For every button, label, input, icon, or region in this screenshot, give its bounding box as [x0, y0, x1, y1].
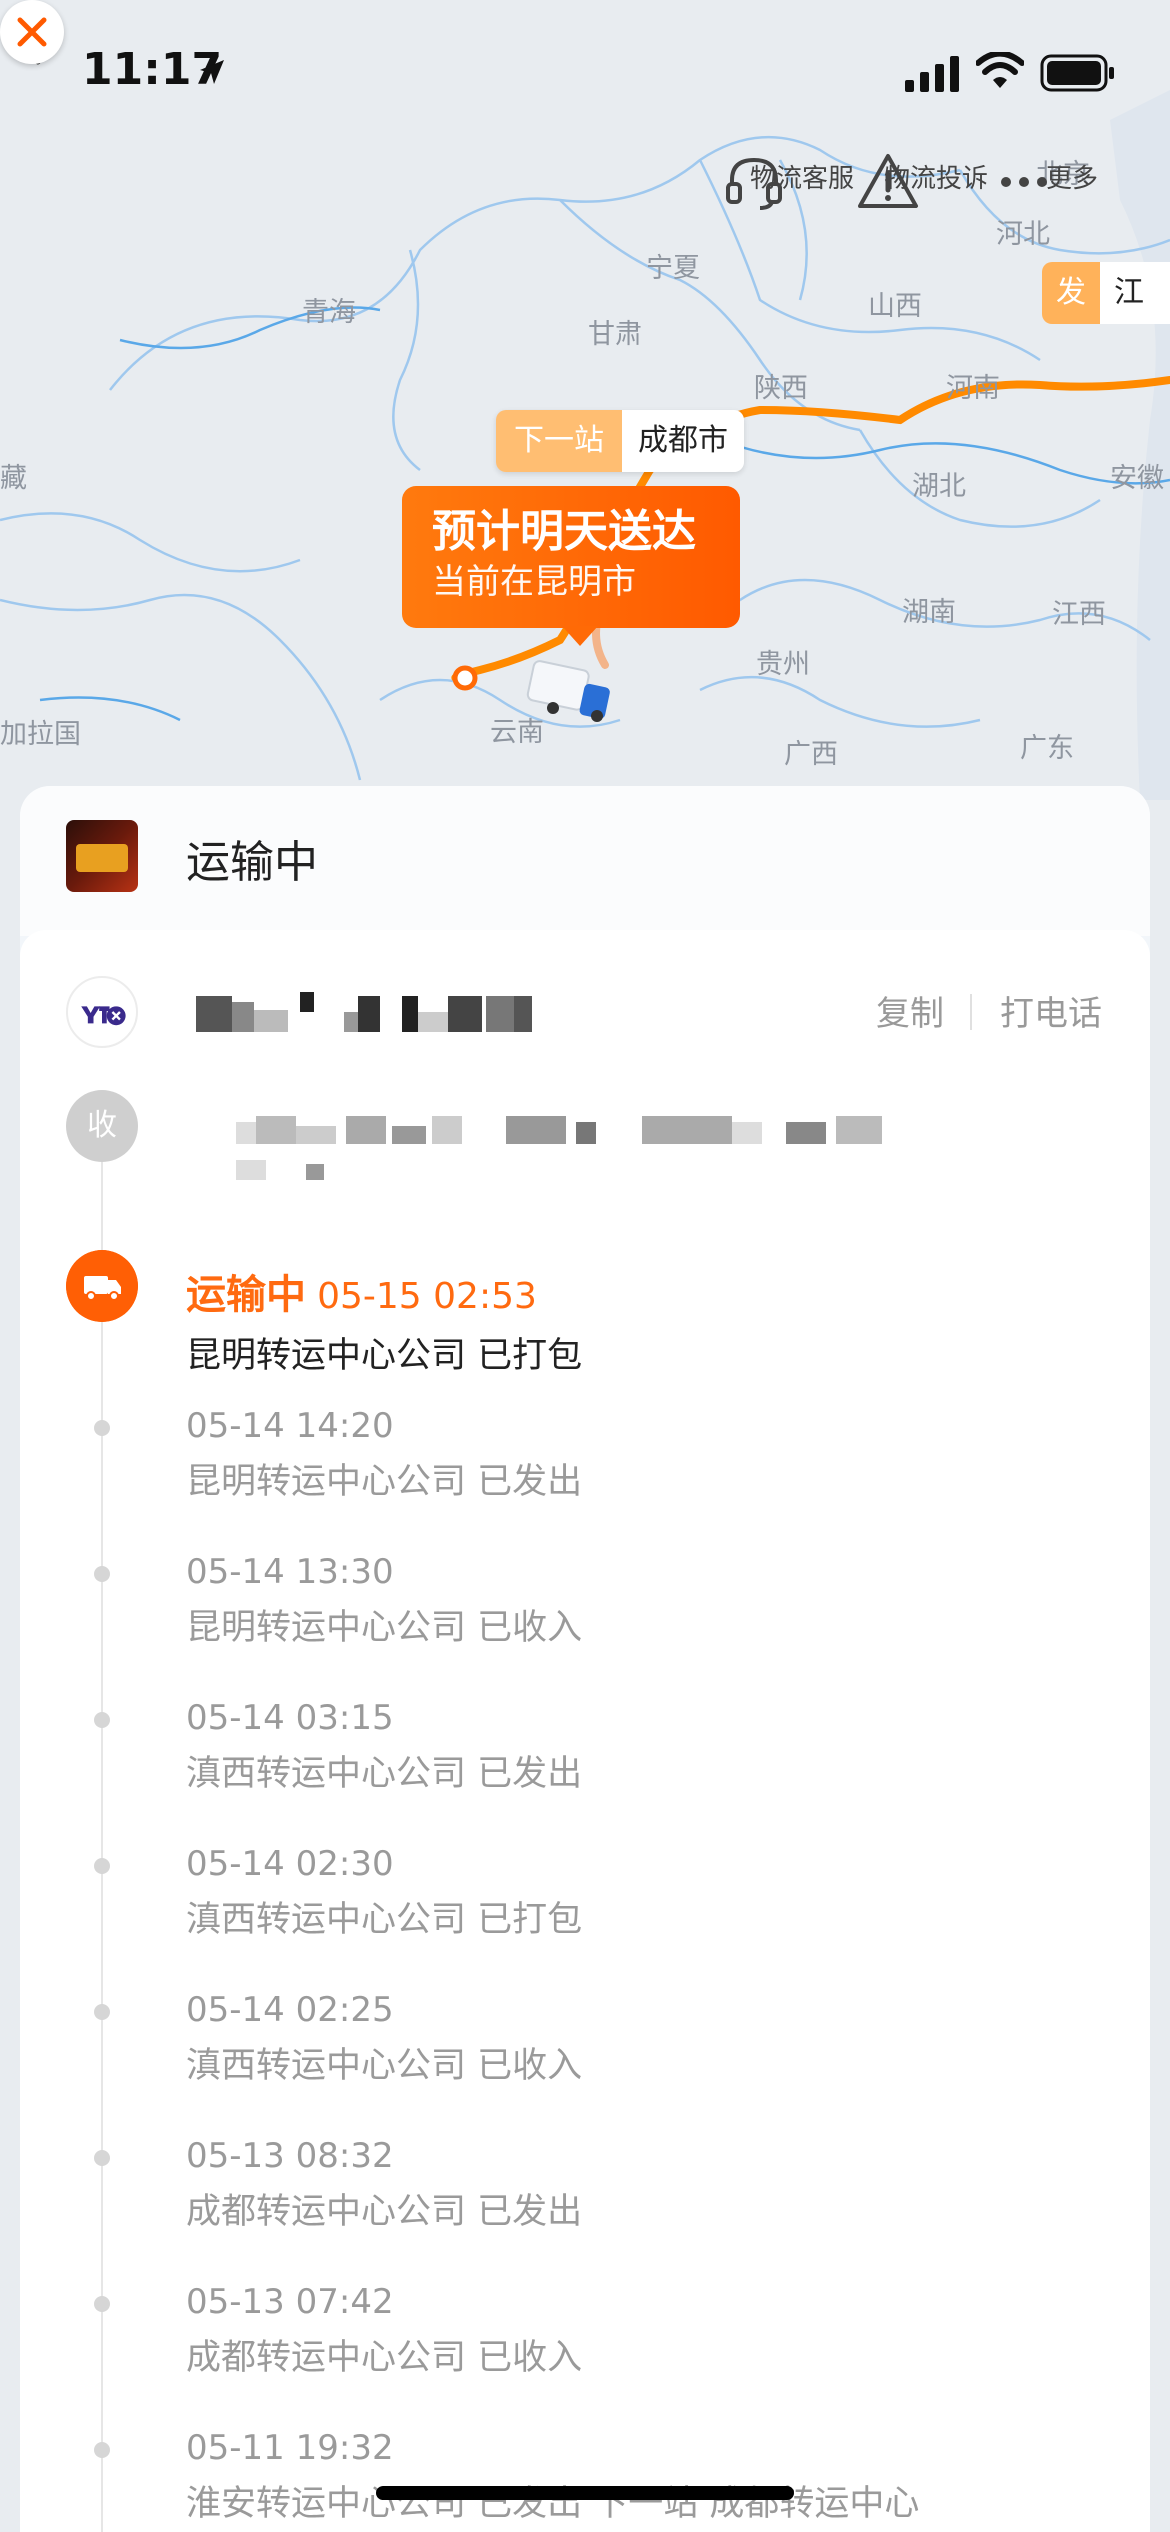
- timeline-dot: [94, 2004, 110, 2020]
- event-time: 05-11 19:32: [186, 2428, 394, 2468]
- more-button[interactable]: 更多: [992, 150, 1152, 195]
- event-time: 05-14 14:20: [186, 1406, 394, 1446]
- eta-bubble: 预计明天送达 当前在昆明市: [402, 486, 740, 646]
- timeline-dot: [94, 2442, 110, 2458]
- event-time: 05-14 02:25: [186, 1990, 394, 2030]
- event-time: 05-13 08:32: [186, 2136, 394, 2176]
- cellular-signal-icon: [905, 56, 959, 92]
- timeline-dot: [94, 2296, 110, 2312]
- timeline-event: 05-14 02:30 滇西转运中心公司 已打包: [186, 1842, 582, 1944]
- origin-place: 江苏: [1100, 262, 1170, 324]
- event-description: 滇西转运中心公司 已收入: [186, 2046, 583, 2086]
- province-label: 河北: [996, 219, 1050, 250]
- truck-icon: [66, 1250, 138, 1322]
- eta-bubble-tail: [562, 626, 598, 646]
- next-stop-city: 成都市: [622, 410, 744, 472]
- province-label: 湖北: [912, 471, 966, 502]
- event-description: 滇西转运中心公司 已发出: [186, 1754, 583, 1794]
- home-indicator[interactable]: [376, 2486, 794, 2500]
- timeline-dot: [94, 1858, 110, 1874]
- timeline-event: 05-13 07:42 成都转运中心公司 已收入: [186, 2280, 582, 2382]
- event-time: 05-14 02:30: [186, 1844, 394, 1884]
- current-status: 运输中: [186, 1272, 306, 1318]
- origin-tag: 发 江苏: [1042, 262, 1170, 324]
- eta-title: 预计明天送达: [432, 506, 696, 557]
- headset-icon: [726, 157, 782, 210]
- event-description: 成都转运中心公司 已发出: [186, 2192, 583, 2232]
- province-label: 安徽: [1110, 463, 1164, 494]
- timeline-event: 05-14 13:30 昆明转运中心公司 已收入: [186, 1550, 582, 1652]
- event-time: 05-14 13:30: [186, 1552, 394, 1592]
- event-time: 05-14 03:15: [186, 1698, 394, 1738]
- timeline-dot: [94, 2150, 110, 2166]
- receiver-address-masked: [236, 1116, 882, 1180]
- wifi-icon: [976, 52, 1024, 88]
- province-label: 湖南: [902, 597, 956, 628]
- timeline-event: 05-14 14:20 昆明转运中心公司 已发出: [186, 1404, 582, 1506]
- carrier-logo: [66, 976, 138, 1048]
- event-description: 昆明转运中心公司 已发出: [186, 1462, 583, 1502]
- receiver-badge: 收: [66, 1090, 138, 1162]
- tracking-sheet[interactable]: 运输中 复制 打电话 收 运输中 05-15 02:53 昆明转运中心公司 已打…: [20, 786, 1150, 2532]
- province-label: 山西: [868, 291, 922, 322]
- timeline-event: 05-14 02:25 滇西转运中心公司 已收入: [186, 1988, 582, 2090]
- tracking-detail-card: 复制 打电话 收 运输中 05-15 02:53 昆明转运中心公司 已打包 05…: [20, 930, 1150, 2532]
- current-time: 05-15 02:53: [317, 1276, 537, 1317]
- province-label: 贵州: [756, 649, 810, 680]
- status-bar: 11:17: [0, 0, 1170, 140]
- location-arrow-icon: [200, 60, 224, 84]
- tracking-number-masked: [196, 992, 532, 1032]
- timeline-current-event: 运输中 05-15 02:53 昆明转运中心公司 已打包: [186, 1262, 582, 1380]
- timeline-event: 05-11 19:32 淮安转运中心公司 已发出 下一站 成都转运中心: [186, 2426, 919, 2528]
- timeline-event: 05-14 03:15 滇西转运中心公司 已发出: [186, 1696, 582, 1798]
- copy-button[interactable]: 复制: [876, 986, 944, 1035]
- origin-label: 发: [1042, 262, 1100, 324]
- next-stop-tag: 下一站 成都市: [496, 410, 744, 472]
- next-stop-label: 下一站: [496, 410, 622, 472]
- timeline-event: 05-13 08:32 成都转运中心公司 已发出: [186, 2134, 582, 2236]
- province-label: 云南: [490, 717, 544, 748]
- timeline-dot: [94, 1566, 110, 1582]
- call-button[interactable]: 打电话: [1000, 986, 1102, 1035]
- event-description: 昆明转运中心公司 已收入: [186, 1608, 583, 1648]
- province-label: 广东: [1020, 733, 1074, 764]
- province-label: 藏: [0, 463, 27, 494]
- province-label: 青海: [302, 297, 356, 328]
- province-label: 宁夏: [646, 253, 700, 284]
- current-description: 昆明转运中心公司 已打包: [186, 1336, 583, 1376]
- province-label: 江西: [1052, 599, 1106, 630]
- event-description: 成都转运中心公司 已收入: [186, 2338, 583, 2378]
- battery-icon: [1040, 54, 1114, 92]
- event-time: 05-13 07:42: [186, 2282, 394, 2322]
- timeline-line: [101, 1162, 103, 2532]
- sheet-header[interactable]: 运输中: [20, 786, 1150, 936]
- eta-subtitle: 当前在昆明市: [432, 562, 636, 602]
- province-label: 甘肃: [588, 319, 642, 350]
- warning-icon: [858, 154, 918, 208]
- province-label: 广西: [784, 739, 838, 770]
- event-description: 滇西转运中心公司 已打包: [186, 1900, 583, 1940]
- province-label: 河南: [946, 373, 1000, 404]
- shipment-status-title: 运输中: [186, 837, 318, 888]
- timeline-dot: [94, 1420, 110, 1436]
- province-label: 加拉国: [0, 719, 81, 750]
- timeline-dot: [94, 1712, 110, 1728]
- more-dots-icon: [1001, 177, 1047, 187]
- product-thumbnail[interactable]: [66, 820, 138, 892]
- action-divider: [970, 994, 972, 1030]
- province-label: 陕西: [754, 373, 808, 404]
